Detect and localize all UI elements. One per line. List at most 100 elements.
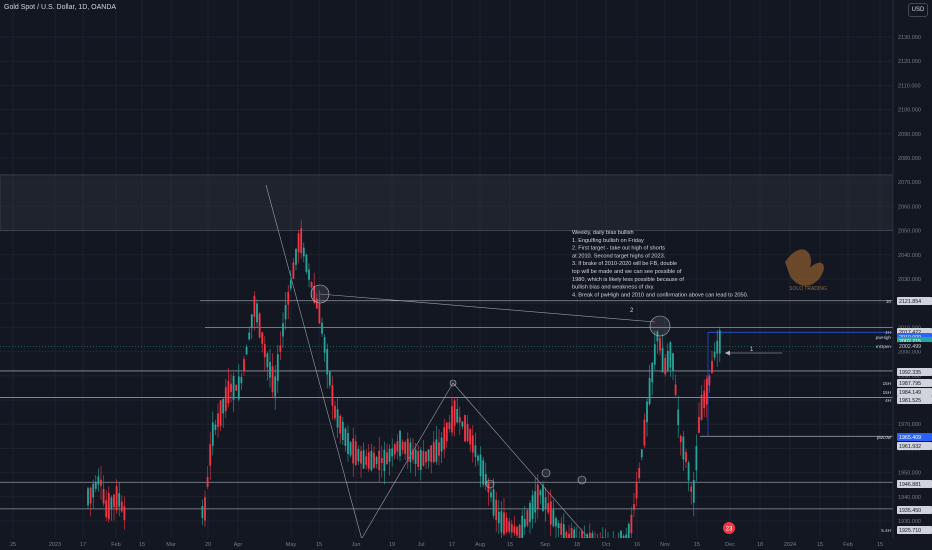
annotation-line: at 2010. Second target highs of 2023. xyxy=(572,253,666,259)
candle xyxy=(682,431,685,471)
price-chart[interactable]: SOLO TRADING Weekly, daily bias bullish 1… xyxy=(0,0,932,550)
candle xyxy=(105,490,108,522)
candle xyxy=(302,242,305,263)
y-tick-label: 2040.000 xyxy=(898,253,921,259)
candle xyxy=(451,397,453,437)
candle xyxy=(297,229,300,264)
candle xyxy=(118,482,121,517)
candle xyxy=(92,479,95,509)
price-label: 2002.499 mOpen xyxy=(876,342,932,350)
trend-line xyxy=(265,184,363,541)
candle xyxy=(245,344,248,355)
candle xyxy=(630,506,633,541)
svg-text:15H: 15H xyxy=(883,390,891,395)
candle xyxy=(401,439,404,455)
candle xyxy=(422,440,425,467)
candle xyxy=(477,453,479,466)
circle-marker xyxy=(577,475,587,485)
candle xyxy=(378,436,381,483)
candle xyxy=(505,512,508,535)
candle xyxy=(219,400,222,432)
candle xyxy=(328,370,331,389)
candle xyxy=(334,401,336,421)
candle xyxy=(718,326,721,363)
y-tick-label: 2030.000 xyxy=(898,277,921,283)
chart-grid xyxy=(0,0,893,538)
y-tick-label: 2090.000 xyxy=(898,132,921,138)
svg-text:1961.932: 1961.932 xyxy=(899,444,921,450)
candle xyxy=(432,430,435,464)
currency-button[interactable]: USD xyxy=(908,3,928,17)
candle xyxy=(279,331,282,360)
price-axis[interactable]: 2130.000 2120.000 2110.000 2100.000 2090.000… xyxy=(898,35,921,525)
candle xyxy=(711,350,713,374)
x-tick-label: 2023 xyxy=(49,542,61,548)
candle xyxy=(217,403,219,438)
candle xyxy=(373,446,375,469)
candle xyxy=(456,396,459,424)
x-tick-label: Nov xyxy=(660,542,670,548)
circle-marker xyxy=(485,479,495,489)
candle xyxy=(552,499,555,528)
candle xyxy=(214,419,217,436)
candle xyxy=(248,326,251,341)
x-tick-label: Sep xyxy=(540,542,550,548)
candle xyxy=(87,486,89,509)
y-tick-label: 1930.000 xyxy=(898,519,921,525)
candle xyxy=(235,383,238,392)
svg-text:2002.499: 2002.499 xyxy=(899,344,921,350)
candle xyxy=(341,417,344,445)
svg-text:15H: 15H xyxy=(883,381,891,386)
x-tick-label: Jul xyxy=(417,542,424,548)
candle xyxy=(100,466,102,500)
candle xyxy=(687,460,690,492)
candle xyxy=(495,491,498,532)
svg-text:pwLow: pwLow xyxy=(877,435,892,440)
candle xyxy=(321,317,323,338)
candle xyxy=(107,486,110,523)
x-tick-label: Apr xyxy=(234,542,243,548)
annotation-line: 2. First target - take out high of short… xyxy=(572,246,665,252)
x-tick-label: May xyxy=(286,542,297,548)
x-tick-label: 15 xyxy=(694,542,700,548)
svg-text:mOpen: mOpen xyxy=(876,344,892,349)
y-tick-label: 2050.000 xyxy=(898,229,921,235)
y-tick-label: 2100.000 xyxy=(898,108,921,114)
candle xyxy=(349,441,352,458)
candle xyxy=(458,406,461,436)
annotation-line: bullish bias and weakness of dxy. xyxy=(572,285,655,291)
circle-marker xyxy=(649,315,671,337)
y-tick-label: 1940.000 xyxy=(898,495,921,501)
x-tick-label: Jun xyxy=(352,542,361,548)
svg-text:10: 10 xyxy=(886,299,892,304)
svg-text:1965.409: 1965.409 xyxy=(899,435,921,441)
svg-text:23: 23 xyxy=(726,527,733,533)
candle xyxy=(222,397,225,428)
candle xyxy=(243,355,245,376)
candle xyxy=(227,368,230,408)
candle xyxy=(638,462,641,482)
candle xyxy=(386,443,388,465)
price-label: 1965.409 pwLow xyxy=(877,433,932,441)
svg-text:1981.525: 1981.525 xyxy=(899,398,921,404)
candle xyxy=(323,333,326,362)
candle xyxy=(474,432,477,467)
candle xyxy=(661,333,664,373)
event-badge[interactable]: 23 xyxy=(723,522,735,534)
candle xyxy=(643,413,646,449)
x-tick-label: Feb xyxy=(111,542,120,548)
candle xyxy=(269,348,271,388)
candle xyxy=(503,498,505,537)
candle xyxy=(547,491,550,515)
x-tick-label: 17 xyxy=(449,542,455,548)
candle xyxy=(347,425,349,462)
candle xyxy=(679,434,682,456)
price-label: 1946.881 xyxy=(897,480,932,488)
x-tick-label: 18 xyxy=(574,542,580,548)
svg-text:2121.854: 2121.854 xyxy=(899,299,921,305)
x-tick-label: 15 xyxy=(316,542,322,548)
candle xyxy=(692,471,695,517)
candle xyxy=(555,516,557,539)
candle xyxy=(94,475,97,493)
candle xyxy=(406,432,409,469)
